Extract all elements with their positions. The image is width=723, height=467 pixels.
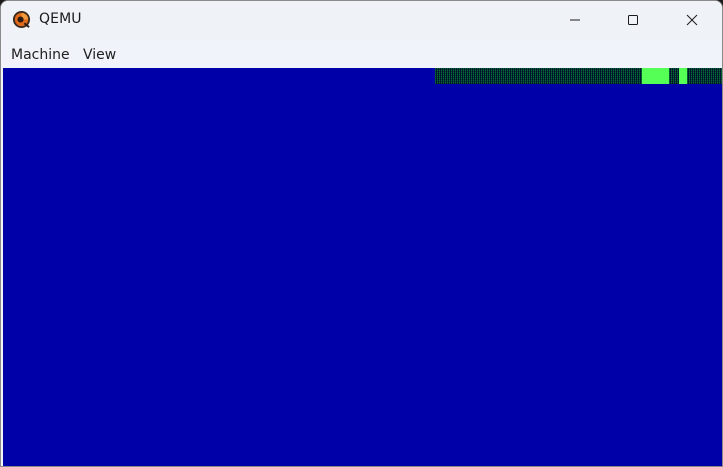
vm-status-strip	[435, 68, 642, 84]
close-icon	[686, 14, 698, 26]
qemu-logo-icon	[12, 10, 31, 29]
menu-bar: Machine View	[1, 39, 722, 68]
vm-status-block	[642, 68, 669, 84]
maximize-button[interactable]	[604, 1, 662, 39]
maximize-icon	[628, 15, 638, 25]
title-bar[interactable]: QEMU	[1, 1, 722, 39]
minimize-button[interactable]	[546, 1, 604, 39]
vm-display[interactable]	[3, 68, 722, 466]
vm-status-strip	[669, 68, 679, 84]
vm-status-block	[679, 68, 687, 84]
minimize-icon	[570, 19, 580, 21]
menu-machine[interactable]: Machine	[11, 47, 70, 63]
window-title: QEMU	[39, 11, 82, 27]
close-button[interactable]	[663, 1, 721, 39]
qemu-window: QEMU Machine View	[0, 0, 723, 467]
vm-status-strip	[687, 68, 722, 84]
menu-view[interactable]: View	[83, 47, 116, 63]
